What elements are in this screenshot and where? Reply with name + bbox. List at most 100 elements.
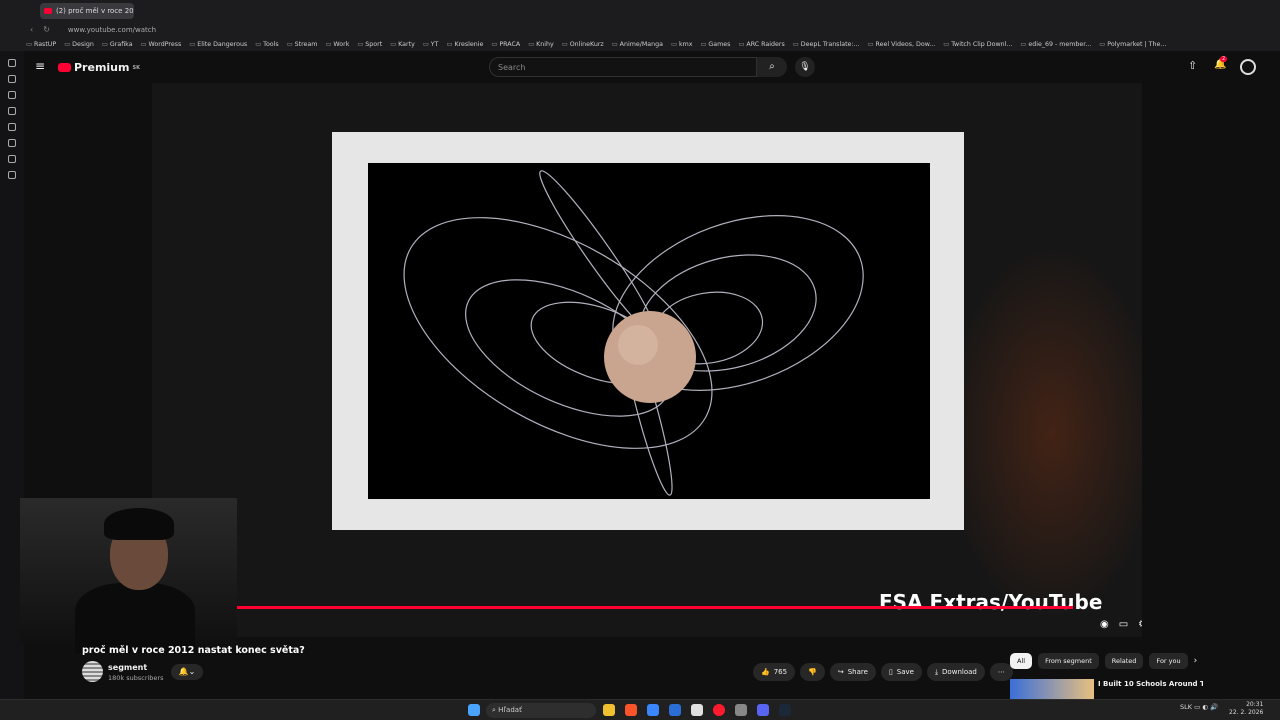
download-icon: ⤓ bbox=[934, 667, 939, 676]
account-avatar[interactable] bbox=[1240, 59, 1256, 75]
bookmark-item[interactable]: PRACA bbox=[491, 41, 520, 48]
tab-title: (2) proč měl v roce 20 bbox=[56, 6, 134, 15]
app-icon[interactable] bbox=[669, 704, 681, 716]
sidebar-app-icon[interactable] bbox=[8, 75, 16, 83]
settings-gear-icon[interactable]: ⚙ bbox=[1138, 619, 1142, 630]
recommendation-thumbnail[interactable] bbox=[1010, 679, 1094, 699]
bookmark-item[interactable]: edie_69 - member... bbox=[1020, 41, 1091, 48]
chevron-right-icon[interactable]: › bbox=[1194, 653, 1198, 669]
windows-taskbar: ⌕ Hľadať SLK ▭ ◐ 🔊 20:31 22. 2. 2026 bbox=[0, 699, 1280, 720]
channel-name[interactable]: segment bbox=[108, 663, 147, 672]
bookmark-item[interactable]: OnlineKurz bbox=[562, 41, 604, 48]
start-menu-icon[interactable] bbox=[468, 704, 480, 716]
chip-related[interactable]: Related bbox=[1104, 653, 1144, 669]
app-icon[interactable] bbox=[691, 704, 703, 716]
chip-from-channel[interactable]: From segment bbox=[1038, 653, 1099, 669]
save-button[interactable]: ▯ Save bbox=[880, 663, 922, 681]
file-explorer-icon[interactable] bbox=[603, 704, 615, 716]
sidebar-app-icon[interactable] bbox=[8, 139, 16, 147]
chip-all[interactable]: All bbox=[1010, 653, 1033, 669]
app-icon[interactable] bbox=[735, 704, 747, 716]
bookmark-item[interactable]: YT bbox=[423, 41, 439, 48]
url-text[interactable]: www.youtube.com/watch bbox=[68, 26, 156, 34]
opera-gx-icon[interactable] bbox=[713, 704, 725, 716]
discord-icon[interactable] bbox=[757, 704, 769, 716]
youtube-favicon-icon bbox=[44, 7, 52, 14]
hamburger-menu-icon[interactable]: ≡ bbox=[35, 59, 45, 73]
sidebar-app-icon[interactable] bbox=[8, 91, 16, 99]
logo-text: Premium bbox=[74, 61, 130, 74]
upload-icon[interactable]: ⇧ bbox=[1188, 59, 1197, 72]
video-frame-border bbox=[332, 132, 964, 530]
bookmark-item[interactable]: Anime/Manga bbox=[612, 41, 663, 48]
youtube-play-icon bbox=[58, 63, 71, 72]
video-actions: 👍 765 👎 ↪ Share ▯ Save ⤓ Download ⋯ bbox=[753, 663, 1013, 681]
bookmark-item[interactable]: Stream bbox=[287, 41, 318, 48]
webcam-overlay bbox=[20, 498, 237, 653]
bookmark-item[interactable]: Polymarket | The... bbox=[1099, 41, 1166, 48]
youtube-header: ≡ Premium SK Search ⌕ 🎙 ⇧ 🔔 2 bbox=[24, 51, 1280, 83]
bookmark-item[interactable]: Reel Videos, Dow... bbox=[868, 41, 936, 48]
bookmark-item[interactable]: Twitch Clip Downl... bbox=[943, 41, 1012, 48]
search-icon: ⌕ bbox=[769, 61, 775, 72]
sidebar-app-icon[interactable] bbox=[8, 107, 16, 115]
bookmark-item[interactable]: kmx bbox=[671, 41, 693, 48]
bookmark-item[interactable]: Kreslenie bbox=[446, 41, 483, 48]
player-controls: ◉▭⚙▣▢⤢ bbox=[1100, 619, 1142, 630]
sidebar-app-icon[interactable] bbox=[8, 123, 16, 131]
share-button[interactable]: ↪ Share bbox=[829, 663, 876, 681]
bookmark-item[interactable]: Games bbox=[700, 41, 730, 48]
youtube-logo[interactable]: Premium SK bbox=[58, 61, 140, 74]
share-icon: ↪ bbox=[837, 668, 844, 676]
bookmark-item[interactable]: RastUP bbox=[26, 41, 56, 48]
search-button[interactable]: ⌕ bbox=[757, 57, 787, 77]
system-tray: SLK ▭ ◐ 🔊 bbox=[1180, 703, 1219, 711]
bookmark-item[interactable]: Knihy bbox=[528, 41, 554, 48]
brave-browser-icon[interactable] bbox=[625, 704, 637, 716]
video-scene bbox=[368, 163, 930, 499]
logo-country-badge: SK bbox=[132, 64, 140, 71]
bookmark-item[interactable]: Elite Dangerous bbox=[189, 41, 247, 48]
download-button[interactable]: ⤓ Download bbox=[926, 663, 985, 681]
browser-tab-bar: (2) proč měl v roce 20 bbox=[0, 0, 1280, 21]
bookmark-item[interactable]: Work bbox=[325, 41, 349, 48]
bookmark-item[interactable]: Grafika bbox=[102, 41, 133, 48]
sidebar-app-icon[interactable] bbox=[8, 171, 16, 179]
bookmark-item[interactable]: Karty bbox=[390, 41, 415, 48]
like-button[interactable]: 👍 765 bbox=[753, 663, 796, 681]
sidebar-app-icon[interactable] bbox=[8, 59, 16, 67]
steam-icon[interactable] bbox=[779, 704, 791, 716]
subscribe-bell-button[interactable]: 🔔⌄ bbox=[171, 664, 203, 680]
recommendation-chips: All From segment Related For you › bbox=[1010, 653, 1197, 669]
browser-tab[interactable]: (2) proč měl v roce 20 bbox=[40, 2, 134, 19]
thumbs-down-icon: 👎 bbox=[808, 668, 817, 676]
voice-search-button[interactable]: 🎙 bbox=[795, 57, 815, 77]
bookmark-item[interactable]: Sport bbox=[357, 41, 382, 48]
video-title: proč měl v roce 2012 nastat konec světa? bbox=[82, 645, 305, 656]
bookmark-item[interactable]: Tools bbox=[255, 41, 279, 48]
channel-avatar[interactable] bbox=[82, 661, 103, 682]
bookmark-item[interactable]: WordPress bbox=[141, 41, 182, 48]
thumbs-up-icon: 👍 bbox=[761, 668, 770, 676]
chip-for-you[interactable]: For you bbox=[1149, 653, 1188, 669]
sidebar-app-icon[interactable] bbox=[8, 155, 16, 163]
subscriber-count: 180k subscribers bbox=[108, 674, 164, 682]
subtitles-icon[interactable]: ▭ bbox=[1119, 619, 1138, 630]
dislike-button[interactable]: 👎 bbox=[800, 663, 825, 681]
recommendation-title[interactable]: I Built 10 Schools Around The World bbox=[1098, 680, 1203, 688]
autoplay-toggle-icon[interactable]: ◉ bbox=[1100, 619, 1119, 630]
reload-icon[interactable]: ↻ bbox=[43, 25, 50, 34]
search-input[interactable]: Search bbox=[489, 57, 757, 77]
app-icon[interactable] bbox=[647, 704, 659, 716]
bookmark-item[interactable]: DeepL Translate:... bbox=[793, 41, 860, 48]
address-bar[interactable]: ‹ ↻ www.youtube.com/watch bbox=[0, 21, 1280, 38]
language-indicator[interactable]: SLK bbox=[1180, 703, 1192, 711]
bookmark-item[interactable]: Design bbox=[64, 41, 94, 48]
bell-icon: 🔔⌄ bbox=[178, 667, 196, 676]
video-player[interactable]: ESA Extras/YouTube ◉▭⚙▣▢⤢ bbox=[152, 83, 1142, 637]
taskbar-search[interactable]: ⌕ Hľadať bbox=[486, 703, 596, 718]
video-progress-bar[interactable] bbox=[237, 606, 1073, 609]
system-clock[interactable]: 20:31 22. 2. 2026 bbox=[1229, 701, 1263, 717]
back-icon[interactable]: ‹ bbox=[30, 25, 33, 34]
bookmark-item[interactable]: ARC Raiders bbox=[738, 41, 784, 48]
